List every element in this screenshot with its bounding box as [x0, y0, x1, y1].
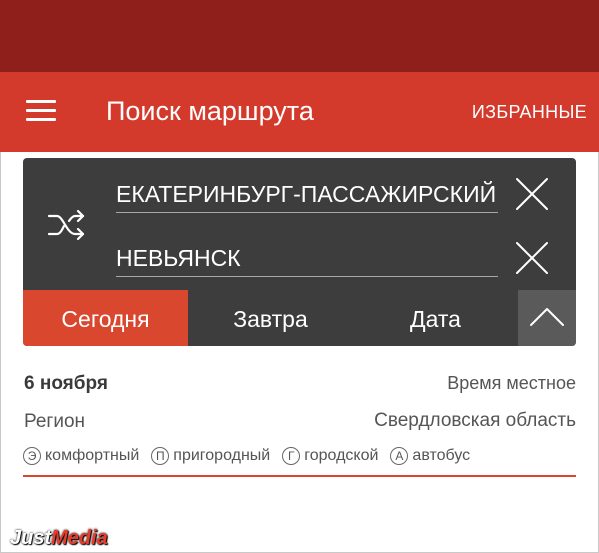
legend-item-suburban: П пригородный: [151, 447, 270, 465]
results-divider: [23, 475, 576, 477]
page-title: Поиск маршрута: [106, 96, 314, 126]
date-tabs: Сегодня Завтра Дата: [23, 290, 576, 346]
legend-item-city: Г городской: [282, 447, 378, 465]
city-badge-icon: Г: [282, 447, 301, 465]
legend-item-bus: А автобус: [390, 447, 470, 465]
transport-legend: Э комфортный П пригородный Г городской А…: [23, 444, 482, 468]
region-label: Регион: [24, 411, 86, 432]
shuffle-icon[interactable]: [47, 208, 87, 242]
clear-from-icon[interactable]: [513, 175, 551, 213]
legend-item-comfort: Э комфортный: [23, 447, 139, 465]
menu-icon[interactable]: [26, 100, 56, 122]
legend-label: комфортный: [45, 447, 140, 464]
favorites-button[interactable]: ИЗБРАННЫЕ: [472, 102, 587, 123]
tab-date[interactable]: Дата: [353, 290, 518, 346]
status-bar: [0, 0, 599, 72]
tab-tomorrow[interactable]: Завтра: [188, 290, 353, 346]
to-station-field[interactable]: НЕВЬЯНСК: [116, 240, 498, 277]
watermark-part2: Media: [51, 527, 108, 549]
clear-to-icon[interactable]: [513, 239, 551, 277]
date-label: 6 ноября: [24, 373, 108, 394]
from-station-field[interactable]: ЕКАТЕРИНБУРГ-ПАССАЖИРСКИЙ: [116, 176, 498, 213]
legend-label: пригородный: [173, 447, 271, 464]
legend-label: городской: [304, 447, 379, 464]
comfort-badge-icon: Э: [23, 447, 41, 465]
tab-today[interactable]: Сегодня: [23, 290, 188, 346]
chevron-up-icon: [530, 308, 564, 326]
route-card: ЕКАТЕРИНБУРГ-ПАССАЖИРСКИЙ НЕВЬЯНСК Сегод…: [23, 158, 576, 346]
collapse-button[interactable]: [518, 290, 576, 346]
region-value: Свердловская область: [374, 410, 576, 431]
watermark-part1: Just: [10, 527, 52, 549]
watermark-logo: JustMedia: [10, 527, 108, 550]
suburban-badge-icon: П: [151, 447, 170, 465]
legend-label: автобус: [412, 447, 471, 464]
time-note: Время местное: [447, 373, 576, 393]
bus-badge-icon: А: [390, 447, 409, 465]
